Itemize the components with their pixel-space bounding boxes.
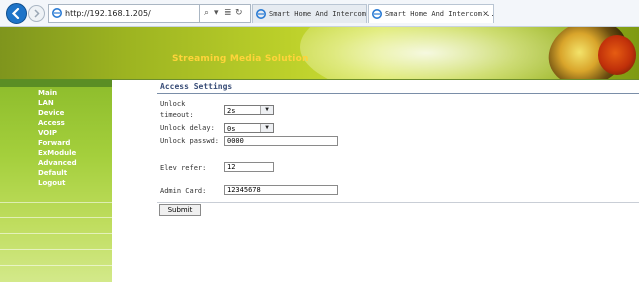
address-url: http://192.168.1.205/ xyxy=(65,9,151,18)
admin-card-label: Admin Card: xyxy=(160,187,207,195)
unlock-timeout-select[interactable]: 2s ▼ xyxy=(224,105,274,115)
page-banner: Streaming Media Solution xyxy=(0,27,639,79)
forward-button[interactable] xyxy=(28,5,45,22)
address-tools: ⌕ ▾ ≣ ↻ xyxy=(200,4,251,23)
banner-lens-accent xyxy=(598,35,636,75)
sidebar-divider xyxy=(0,265,112,266)
unlock-timeout-label-line2: timeout: xyxy=(160,111,194,119)
tab-label: Smart Home And Intercom ... xyxy=(385,10,494,18)
sidebar-item-label: Forward xyxy=(38,139,71,147)
sidebar-item-label: ExModule xyxy=(38,149,77,157)
chevron-down-icon: ▼ xyxy=(260,124,273,132)
address-bar[interactable]: http://192.168.1.205/ xyxy=(48,4,200,23)
selected-value: 2s xyxy=(227,107,236,115)
unlock-passwd-input[interactable]: 0000 xyxy=(224,136,338,146)
tab-label: Smart Home And Intercom Sys... xyxy=(269,10,366,18)
sidebar-header-bar xyxy=(0,79,112,87)
tab-inactive[interactable]: Smart Home And Intercom Sys... xyxy=(252,4,367,23)
sidebar-item-label: Access xyxy=(38,119,65,127)
refresh-icon[interactable]: ↻ xyxy=(235,5,243,22)
compat-view-icon[interactable]: ≣ xyxy=(224,5,232,22)
sidebar-item-exmodule[interactable]: ExModule xyxy=(0,148,112,158)
sidebar-item-label: Device xyxy=(38,109,65,117)
sidebar-divider xyxy=(0,233,112,234)
search-icon[interactable]: ⌕ xyxy=(204,5,209,22)
sidebar-item-logout[interactable]: Logout xyxy=(0,178,112,188)
unlock-delay-label: Unlock delay: xyxy=(160,124,215,132)
sidebar-item-main[interactable]: Main xyxy=(0,88,112,98)
ie-page-icon xyxy=(372,9,382,19)
browser-toolbar: http://192.168.1.205/ ⌕ ▾ ≣ ↻ Smart Home… xyxy=(0,0,639,27)
back-arrow-icon xyxy=(11,8,20,19)
unlock-passwd-label: Unlock passwd: xyxy=(160,137,220,145)
dropdown-icon[interactable]: ▾ xyxy=(214,5,219,22)
elev-refer-input[interactable]: 12 xyxy=(224,162,274,172)
sidebar-item-forward[interactable]: Forward xyxy=(0,138,112,148)
chevron-down-icon: ▼ xyxy=(260,106,273,114)
form-divider xyxy=(157,202,639,203)
sidebar-item-voip[interactable]: VOIP xyxy=(0,128,112,138)
sidebar-item-label: Logout xyxy=(38,179,66,187)
sidebar-divider xyxy=(0,217,112,218)
sidebar-divider xyxy=(0,249,112,250)
close-tab-icon[interactable]: × xyxy=(482,5,489,23)
tab-active[interactable]: Smart Home And Intercom ... × xyxy=(368,4,494,23)
submit-button[interactable]: Submit xyxy=(159,204,201,216)
sidebar-item-label: Advanced xyxy=(38,159,77,167)
sidebar-item-label: VOIP xyxy=(38,129,57,137)
banner-title: Streaming Media Solution xyxy=(172,54,309,64)
page-title: Access Settings xyxy=(160,82,233,91)
sidebar-item-label: LAN xyxy=(38,99,54,107)
elev-refer-label: Elev refer: xyxy=(160,164,207,172)
ie-page-icon xyxy=(256,9,266,19)
unlock-delay-select[interactable]: 0s ▼ xyxy=(224,123,274,133)
sidebar-item-default[interactable]: Default xyxy=(0,168,112,178)
forward-arrow-icon xyxy=(34,9,40,18)
sidebar-item-label: Default xyxy=(38,169,68,177)
sidebar: Main LAN Device Access VOIP Forward ExMo… xyxy=(0,87,112,282)
admin-card-input[interactable]: 12345678 xyxy=(224,185,338,195)
sidebar-item-device[interactable]: Device xyxy=(0,108,112,118)
selected-value: 0s xyxy=(227,125,236,133)
sidebar-item-label: Main xyxy=(38,89,58,97)
sidebar-item-access[interactable]: Access xyxy=(0,118,112,128)
sidebar-item-lan[interactable]: LAN xyxy=(0,98,112,108)
sidebar-divider xyxy=(0,202,112,203)
main-content: Access Settings Unlock timeout: 2s ▼ Unl… xyxy=(112,80,639,282)
sidebar-item-advanced[interactable]: Advanced xyxy=(0,158,112,168)
back-button[interactable] xyxy=(6,3,27,24)
title-divider xyxy=(157,93,639,94)
unlock-timeout-label-line1: Unlock xyxy=(160,100,186,108)
ie-page-icon xyxy=(52,8,62,18)
